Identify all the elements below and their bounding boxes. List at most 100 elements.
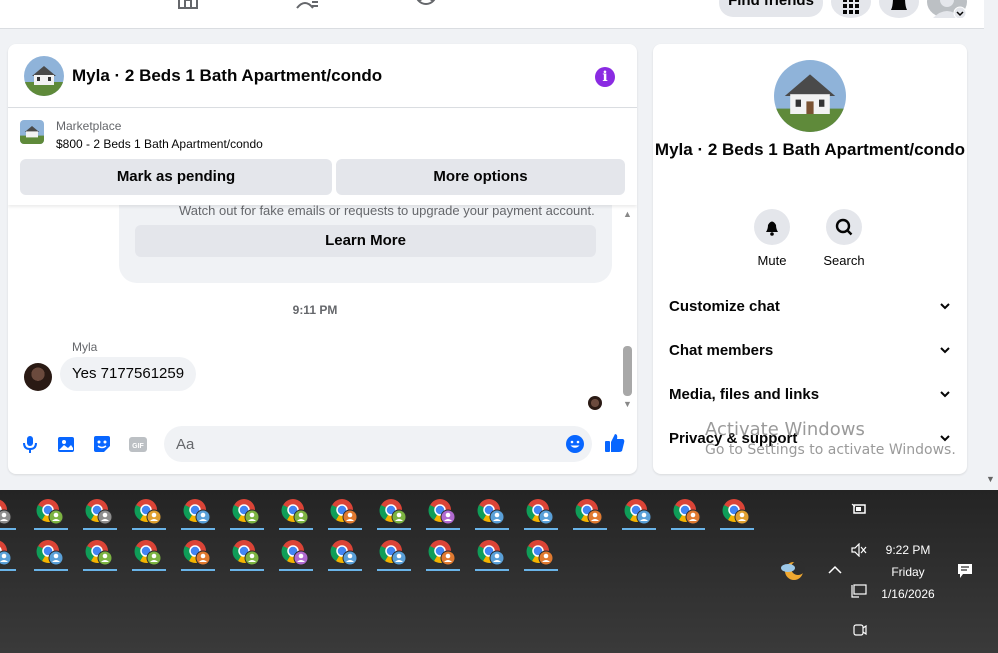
profile-photo[interactable] xyxy=(774,60,846,132)
chrome-icon[interactable] xyxy=(277,496,313,530)
chrome-icon[interactable] xyxy=(179,496,215,530)
thread-scrollbar[interactable]: ▲ ▼ xyxy=(621,205,635,413)
svg-text:GIF: GIF xyxy=(132,443,144,450)
listing-title[interactable]: $800 - 2 Beds 1 Bath Apartment/condo xyxy=(56,137,263,151)
chrome-icon[interactable] xyxy=(81,496,117,530)
chrome-icon[interactable] xyxy=(424,537,460,571)
section-label: Customize chat xyxy=(669,298,780,315)
windows-taskbar: 9:22 PM Friday 1/16/2026 xyxy=(0,490,998,653)
sender-avatar[interactable] xyxy=(24,363,52,391)
clock-date[interactable]: 1/16/2026 xyxy=(874,587,942,601)
apps-grid-icon[interactable] xyxy=(831,0,871,18)
section-label: Media, files and links xyxy=(669,386,820,403)
chat-panel: Myla · 2 Beds 1 Bath Apartment/condo i M… xyxy=(8,44,637,474)
bell-icon[interactable] xyxy=(879,0,919,18)
chrome-icon[interactable] xyxy=(473,537,509,571)
media-files-links-section[interactable]: Media, files and links xyxy=(669,386,951,406)
meet-now-icon[interactable] xyxy=(852,622,868,638)
search-action[interactable]: Search xyxy=(814,209,874,268)
chrome-icon[interactable] xyxy=(375,537,411,571)
chrome-icon[interactable] xyxy=(81,537,117,571)
marketplace-label: Marketplace xyxy=(56,119,122,133)
find-friends-button[interactable]: Find friends xyxy=(719,0,823,17)
emoji-icon[interactable] xyxy=(565,434,585,454)
page-scrollbar[interactable] xyxy=(984,0,998,490)
chrome-icon[interactable] xyxy=(669,496,705,530)
volume-mute-icon[interactable] xyxy=(850,543,868,557)
profile-name: Myla · 2 Beds 1 Bath Apartment/condo xyxy=(654,140,966,159)
chrome-icon[interactable] xyxy=(375,496,411,530)
marketplace-banner: Marketplace $800 - 2 Beds 1 Bath Apartme… xyxy=(8,109,637,205)
scroll-up-arrow[interactable]: ▲ xyxy=(623,209,632,219)
chrome-icon[interactable] xyxy=(0,537,16,571)
weather-icon[interactable] xyxy=(778,558,806,584)
chrome-icon[interactable] xyxy=(326,537,362,571)
clock-time[interactable]: 9:22 PM xyxy=(878,543,938,557)
info-icon[interactable]: i xyxy=(595,67,615,87)
search-icon[interactable] xyxy=(826,209,862,245)
chrome-icon[interactable] xyxy=(32,537,68,571)
bell-icon[interactable] xyxy=(754,209,790,245)
section-label: Chat members xyxy=(669,342,774,359)
watermark-subtitle: Go to Settings to activate Windows. xyxy=(705,442,956,458)
clock-day[interactable]: Friday xyxy=(878,565,938,579)
chrome-icon[interactable] xyxy=(130,496,166,530)
chevron-down-icon xyxy=(940,391,950,398)
mute-action[interactable]: Mute xyxy=(742,209,802,268)
top-nav: Find friends xyxy=(0,0,984,29)
chrome-icon[interactable] xyxy=(473,496,509,530)
listing-avatar[interactable] xyxy=(24,56,64,96)
conversation-info-panel: Myla · 2 Beds 1 Bath Apartment/condo Mut… xyxy=(653,44,967,474)
home-icon[interactable] xyxy=(176,0,200,12)
friends-icon[interactable] xyxy=(296,0,320,12)
chrome-icon[interactable] xyxy=(571,496,607,530)
chat-header: Myla · 2 Beds 1 Bath Apartment/condo i xyxy=(8,44,637,108)
notification-icon[interactable] xyxy=(957,563,973,579)
image-icon[interactable] xyxy=(56,434,76,454)
search-label: Search xyxy=(823,253,865,268)
chrome-icon[interactable] xyxy=(130,537,166,571)
message-composer: GIF xyxy=(8,422,637,466)
sticker-icon[interactable] xyxy=(92,434,112,454)
mic-icon[interactable] xyxy=(20,434,40,454)
message-timestamp: 9:11 PM xyxy=(292,303,338,317)
chrome-icon[interactable] xyxy=(522,537,558,571)
chat-members-section[interactable]: Chat members xyxy=(669,342,951,362)
chrome-icon[interactable] xyxy=(424,496,460,530)
chevron-up-icon[interactable] xyxy=(828,565,842,575)
customize-chat-section[interactable]: Customize chat xyxy=(669,298,951,318)
activate-windows-watermark: Activate Windows Go to Settings to activ… xyxy=(705,419,956,458)
message-input[interactable] xyxy=(164,426,592,462)
more-options-button[interactable]: More options xyxy=(336,159,625,195)
chrome-icon[interactable] xyxy=(228,496,264,530)
chrome-icon[interactable] xyxy=(718,496,754,530)
scrollbar-thumb[interactable] xyxy=(623,346,632,396)
chrome-icon[interactable] xyxy=(326,496,362,530)
chrome-icon[interactable] xyxy=(179,537,215,571)
profile-icon[interactable] xyxy=(927,0,967,20)
battery-icon[interactable] xyxy=(851,502,867,516)
sender-name: Myla xyxy=(72,340,98,354)
safety-warning-card: Watch out for fake emails or requests to… xyxy=(119,193,612,283)
chrome-icon[interactable] xyxy=(522,496,558,530)
chrome-icon[interactable] xyxy=(0,496,16,530)
chrome-icon[interactable] xyxy=(228,537,264,571)
message-bubble[interactable]: Yes 7177561259 xyxy=(60,357,197,391)
page-scroll-down-arrow[interactable]: ▼ xyxy=(986,474,995,484)
listing-thumbnail[interactable] xyxy=(20,120,44,144)
scroll-down-arrow[interactable]: ▼ xyxy=(623,399,632,409)
read-receipt-avatar xyxy=(588,396,602,410)
chevron-down-icon xyxy=(940,303,950,310)
chrome-icon[interactable] xyxy=(277,537,313,571)
gif-icon[interactable]: GIF xyxy=(128,434,148,454)
chat-title[interactable]: Myla · 2 Beds 1 Bath Apartment/condo xyxy=(72,66,382,86)
watermark-title: Activate Windows xyxy=(705,419,865,440)
chrome-icon[interactable] xyxy=(32,496,68,530)
chrome-icon[interactable] xyxy=(620,496,656,530)
message-thread[interactable]: Watch out for fake emails or requests to… xyxy=(8,193,637,413)
groups-icon[interactable] xyxy=(414,0,438,12)
network-icon[interactable] xyxy=(851,583,869,599)
mark-as-pending-button[interactable]: Mark as pending xyxy=(20,159,332,195)
thumbs-up-icon[interactable] xyxy=(604,432,626,454)
learn-more-button[interactable]: Learn More xyxy=(135,225,596,257)
